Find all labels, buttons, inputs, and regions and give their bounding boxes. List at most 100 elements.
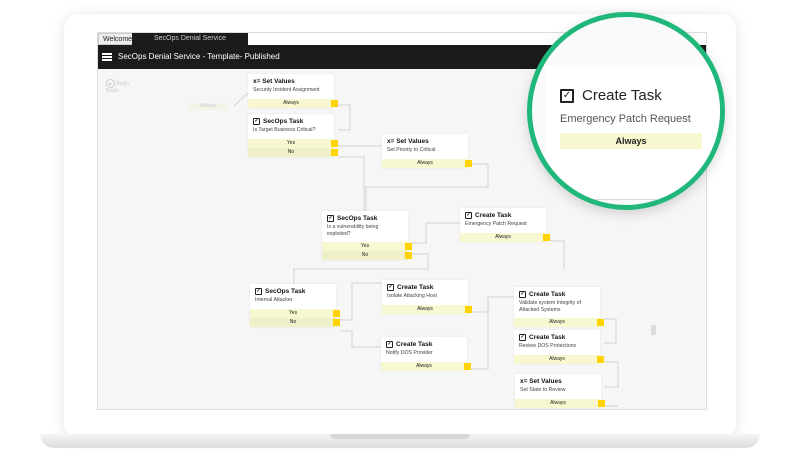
node-title: SecOps Task bbox=[263, 118, 304, 125]
node-title: Create Task bbox=[396, 341, 433, 348]
create-task-node[interactable]: ✓ Create Task Review DOS Protections Always bbox=[514, 330, 604, 364]
output-label: Always bbox=[549, 356, 565, 362]
checkbox-task-icon: ✓ bbox=[560, 88, 574, 103]
secops-task-node[interactable]: ✓ SecOps Task Internal Attacker Yes No bbox=[250, 284, 340, 327]
checkbox-task-icon: ✓ bbox=[386, 341, 393, 348]
magnified-output-always[interactable]: Always bbox=[560, 133, 702, 149]
connector bbox=[550, 240, 565, 269]
output-label: Always bbox=[417, 306, 433, 312]
output-no[interactable]: No bbox=[322, 250, 412, 260]
secops-task-node[interactable]: ✓ SecOps Task Is a vulnerability being exp… bbox=[322, 211, 412, 260]
checkbox-task-icon: ✓ bbox=[519, 291, 526, 298]
connector-port[interactable] bbox=[598, 400, 605, 407]
output-label: Always bbox=[549, 318, 565, 325]
output-label: Always bbox=[416, 363, 432, 369]
output-label: No bbox=[361, 251, 369, 258]
connector-port[interactable] bbox=[331, 149, 338, 156]
checkbox-task-icon: ✓ bbox=[387, 284, 394, 291]
node-subtitle: Review DOS Protections bbox=[519, 343, 577, 349]
connector-port[interactable] bbox=[331, 140, 338, 147]
node-subtitle: Security Incident Assignment bbox=[253, 87, 320, 93]
connector-port[interactable] bbox=[333, 310, 340, 317]
output-yes[interactable]: Yes bbox=[248, 139, 338, 148]
connector bbox=[340, 282, 382, 321]
connector bbox=[233, 92, 249, 107]
node-subtitle: Emergency Patch Request bbox=[465, 221, 527, 227]
connector bbox=[604, 361, 619, 388]
output-yes[interactable]: Yes bbox=[322, 241, 412, 251]
connector-port[interactable] bbox=[331, 100, 338, 107]
magnified-node-subtitle: Emergency Patch Request bbox=[560, 113, 691, 125]
set-values-node[interactable]: x= Set Values Set Priority to Critical Alw… bbox=[382, 134, 472, 168]
create-task-node[interactable]: ✓ Create Task Validate system Integrity of… bbox=[514, 287, 604, 327]
connector-port[interactable] bbox=[597, 318, 604, 326]
output-always[interactable]: Always bbox=[382, 305, 472, 314]
magnifier-callout: ✓ Create Task Emergency Patch Request Alw… bbox=[527, 12, 725, 210]
connector-port[interactable] bbox=[405, 242, 412, 250]
output-label: Always bbox=[495, 234, 511, 240]
output-label: Yes bbox=[286, 140, 296, 146]
output-label: Always bbox=[417, 160, 433, 166]
connector bbox=[338, 104, 351, 131]
node-title: x= Set Values bbox=[387, 138, 429, 145]
node-title: Create Task bbox=[529, 291, 566, 298]
node-title: Create Task bbox=[475, 212, 512, 219]
connector bbox=[338, 156, 366, 212]
output-label: No bbox=[287, 149, 295, 155]
connector bbox=[471, 297, 489, 370]
node-subtitle: Isolate Attacking Host bbox=[387, 293, 437, 299]
node-title: SecOps Task bbox=[265, 288, 306, 295]
node-title: Create Task bbox=[529, 334, 566, 341]
create-task-node[interactable]: ✓ Create Task Emergency Patch Request Alway… bbox=[460, 208, 550, 242]
laptop-notch bbox=[330, 434, 470, 439]
output-label: Always bbox=[550, 400, 566, 406]
connector bbox=[472, 296, 514, 313]
node-subtitle: Is Target Business Critical? bbox=[253, 127, 316, 133]
output-always[interactable]: Always bbox=[460, 233, 550, 242]
output-always[interactable]: Always bbox=[514, 355, 604, 364]
checkbox-task-icon: ✓ bbox=[465, 212, 472, 219]
connector-port[interactable] bbox=[333, 319, 340, 326]
connector-port[interactable] bbox=[465, 160, 472, 167]
connector bbox=[340, 330, 381, 348]
output-label: Always bbox=[283, 100, 299, 106]
node-title: Create Task bbox=[397, 284, 434, 291]
checkbox-task-icon: ✓ bbox=[255, 288, 262, 295]
output-always[interactable]: Always bbox=[381, 362, 471, 371]
output-no[interactable]: No bbox=[248, 148, 338, 157]
output-label: Yes bbox=[288, 310, 298, 316]
node-subtitle: Notify DOS Provider bbox=[386, 350, 433, 356]
output-no[interactable]: No bbox=[250, 318, 340, 327]
connector-port[interactable] bbox=[597, 356, 604, 363]
node-subtitle: Is a vulnerability being exploited? bbox=[327, 224, 379, 237]
connector-port[interactable] bbox=[465, 306, 472, 313]
magnified-create-task-node[interactable]: ✓ Create Task Emergency Patch Request Alw… bbox=[546, 65, 720, 200]
create-task-node[interactable]: ✓ Create Task Isolate Attacking Host Always bbox=[382, 280, 472, 314]
connector-port[interactable] bbox=[464, 363, 471, 370]
node-title: x= Set Values bbox=[520, 378, 562, 385]
node-subtitle: Validate system Integrity of Attacked Sy… bbox=[519, 300, 581, 313]
output-always[interactable]: Always bbox=[248, 99, 338, 108]
checkbox-task-icon: ✓ bbox=[327, 215, 334, 222]
set-values-node[interactable]: x= Set Values Security Incident Assignmen… bbox=[248, 74, 338, 108]
output-yes[interactable]: Yes bbox=[250, 309, 340, 318]
node-subtitle: Set State to Review bbox=[520, 387, 566, 393]
create-task-node[interactable]: ✓ Create Task Notify DOS Provider Always bbox=[381, 337, 471, 371]
output-always[interactable]: Always bbox=[382, 159, 472, 168]
node-title: x= Set Values bbox=[253, 78, 295, 85]
node-subtitle: Internal Attacker bbox=[255, 297, 293, 303]
connector bbox=[412, 222, 460, 244]
connector-port[interactable] bbox=[543, 234, 550, 241]
secops-task-node[interactable]: ✓ SecOps Task Is Target Business Critical?… bbox=[248, 114, 338, 157]
magnified-node-title: Create Task bbox=[582, 87, 662, 104]
set-values-node[interactable]: x= Set Values Set State to Review Always bbox=[515, 374, 605, 408]
output-always[interactable]: Always bbox=[515, 399, 605, 408]
output-always[interactable]: Always bbox=[514, 317, 604, 327]
output-label: No bbox=[289, 319, 297, 325]
connector bbox=[604, 318, 617, 344]
scrollbar[interactable] bbox=[651, 325, 656, 335]
node-title: SecOps Task bbox=[337, 215, 378, 222]
connector bbox=[365, 163, 489, 211]
checkbox-task-icon: ✓ bbox=[519, 334, 526, 341]
connector-port[interactable] bbox=[405, 251, 412, 259]
